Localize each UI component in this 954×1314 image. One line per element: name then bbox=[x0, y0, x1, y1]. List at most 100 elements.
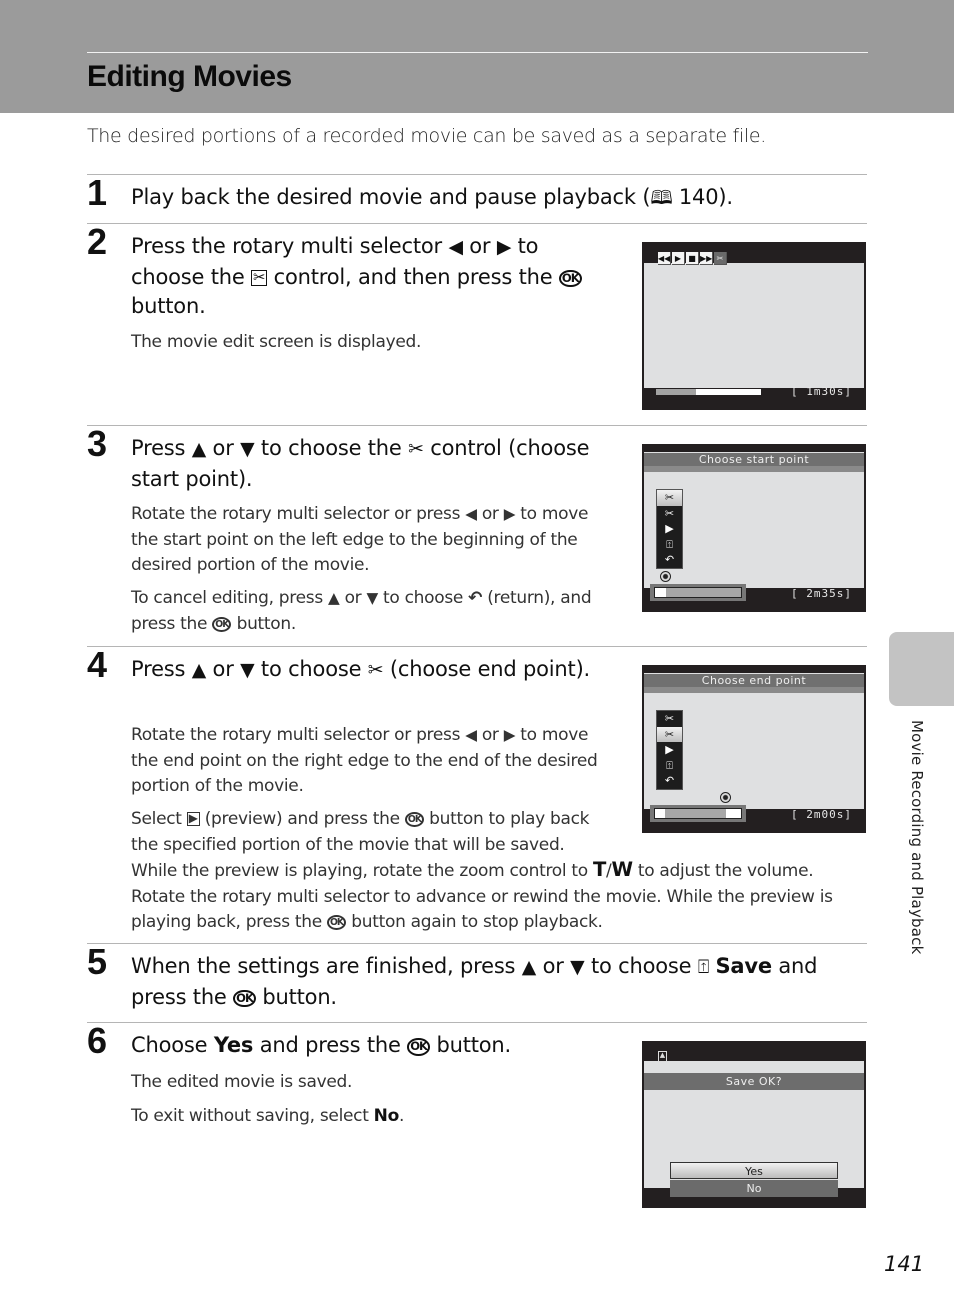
text: or bbox=[476, 504, 504, 524]
menu-choose-start-icon: ✂ bbox=[657, 490, 682, 506]
range-selection bbox=[655, 588, 667, 597]
rotary-selector-icon bbox=[660, 571, 671, 582]
range-track bbox=[654, 587, 742, 598]
menu-preview-icon: ▶ bbox=[665, 743, 674, 756]
text: or bbox=[339, 588, 367, 608]
menu-choose-end-icon: ✂ bbox=[657, 726, 682, 742]
up-arrow-icon: ▲ bbox=[191, 659, 207, 681]
up-arrow-icon: ▲ bbox=[328, 589, 340, 607]
divider bbox=[87, 174, 867, 175]
lcd-area bbox=[644, 263, 864, 388]
text: button again to stop playback. bbox=[346, 912, 603, 932]
advance-icon: ▶▶ bbox=[700, 252, 713, 265]
text: Press the rotary multi selector bbox=[131, 234, 449, 258]
text: button. bbox=[131, 294, 206, 318]
step-5-number: 5 bbox=[87, 941, 108, 982]
play-icon: ▶ bbox=[672, 252, 685, 265]
save-icon: ⍐ bbox=[697, 956, 709, 978]
text: When the settings are finished, press bbox=[131, 954, 522, 978]
divider bbox=[87, 1022, 867, 1023]
down-arrow-icon: ▼ bbox=[240, 438, 255, 460]
text: Rotate the rotary multi selector or pres… bbox=[131, 725, 466, 745]
page-number: 141 bbox=[884, 1252, 925, 1276]
save-icon: ▲ bbox=[658, 1051, 667, 1062]
text: (preview) and press the bbox=[199, 809, 405, 829]
text: Select bbox=[131, 809, 187, 829]
time-counter: [ 2m00s] bbox=[791, 808, 852, 821]
right-arrow-icon: ▶ bbox=[496, 236, 512, 258]
rotary-selector-icon bbox=[720, 792, 731, 803]
title-strip bbox=[644, 466, 864, 472]
left-arrow-icon: ◀ bbox=[465, 505, 477, 523]
save-label: Save bbox=[715, 954, 772, 978]
ok-button-icon: OK bbox=[407, 1038, 430, 1056]
step-3-body-2: To cancel editing, press ▲ or ▼ to choos… bbox=[131, 586, 616, 637]
step-2-heading: Press the rotary multi selector ◀ or ▶ t… bbox=[131, 232, 611, 322]
text: button. bbox=[255, 984, 337, 1009]
text: or bbox=[206, 436, 241, 460]
no-option[interactable]: No bbox=[670, 1180, 838, 1197]
text: to choose bbox=[377, 588, 469, 608]
range-bar bbox=[650, 584, 746, 601]
time-counter: [ 2m35s] bbox=[791, 587, 852, 600]
step-4-heading: Press ▲ or ▼ to choose ✂ (choose end poi… bbox=[131, 655, 611, 686]
menu-save-icon: ⍐ bbox=[666, 537, 673, 551]
title-strip bbox=[644, 687, 864, 693]
save-dialog-screen: ▲ Save OK? Yes No bbox=[642, 1041, 866, 1208]
step-4-number: 4 bbox=[87, 644, 108, 685]
playback-progress-bar bbox=[656, 389, 761, 395]
down-arrow-icon: ▼ bbox=[240, 659, 255, 681]
section-label: Movie Recording and Playback bbox=[908, 720, 926, 955]
menu-save-icon: ⍐ bbox=[666, 758, 673, 772]
dialog-title: Save OK? bbox=[644, 1073, 864, 1090]
yes-label: Yes bbox=[213, 1033, 254, 1057]
yes-option[interactable]: Yes bbox=[670, 1162, 838, 1179]
text: Press bbox=[131, 436, 192, 460]
step-6-body-2: To exit without saving, select No. bbox=[131, 1104, 404, 1130]
divider bbox=[87, 425, 867, 426]
text: button. bbox=[429, 1033, 512, 1057]
text: to choose bbox=[584, 954, 698, 978]
step-1-number: 1 bbox=[87, 172, 108, 213]
text: and press the bbox=[253, 1033, 408, 1057]
tele-label: T bbox=[593, 858, 607, 881]
edit-menu: ✂ ✂ ▶ ⍐ ↶ bbox=[656, 710, 683, 790]
text: or bbox=[536, 954, 571, 978]
screen-title: Choose start point bbox=[644, 453, 864, 467]
ok-button-icon: OK bbox=[212, 616, 232, 632]
stop-icon: ■ bbox=[686, 252, 699, 265]
step-6-number: 6 bbox=[87, 1020, 108, 1061]
menu-choose-start-icon: ✂ bbox=[664, 712, 675, 725]
text: Press bbox=[131, 657, 192, 681]
text: or bbox=[476, 725, 504, 745]
menu-return-icon: ↶ bbox=[664, 774, 675, 787]
text: or bbox=[462, 234, 497, 258]
step-6-body-1: The edited movie is saved. bbox=[131, 1072, 353, 1092]
text: Rotate the rotary multi selector or pres… bbox=[131, 504, 466, 524]
text: (choose end point). bbox=[383, 657, 591, 681]
text: to choose the bbox=[254, 436, 409, 460]
step-5-heading: When the settings are finished, press ▲ … bbox=[131, 952, 866, 1012]
step-3-heading: Press ▲ or ▼ to choose the ✂ control (ch… bbox=[131, 434, 611, 494]
book-reference-icon: 🕮 bbox=[650, 187, 673, 209]
step-2-number: 2 bbox=[87, 221, 108, 262]
wide-label: W bbox=[611, 858, 633, 881]
step-3-body-1: Rotate the rotary multi selector or pres… bbox=[131, 502, 616, 579]
range-bar bbox=[650, 805, 746, 822]
text: . bbox=[398, 1106, 405, 1126]
down-arrow-icon: ▼ bbox=[570, 956, 585, 978]
choose-end-point-icon: ✂ bbox=[367, 659, 384, 681]
section-tab bbox=[889, 632, 954, 706]
right-arrow-icon: ▶ bbox=[503, 505, 516, 523]
menu-choose-end-icon: ✂ bbox=[664, 506, 675, 520]
ok-button-icon: OK bbox=[404, 812, 425, 828]
text: Play back the desired movie and pause pl… bbox=[131, 185, 651, 209]
playback-progress-remaining bbox=[695, 389, 761, 395]
intro-text: The desired portions of a recorded movie… bbox=[87, 125, 767, 147]
text: To cancel editing, press bbox=[131, 588, 328, 608]
range-track bbox=[654, 808, 742, 819]
playback-controls: ◀◀ ▶ ■ ▶▶ ✂ bbox=[658, 252, 727, 265]
divider bbox=[87, 646, 867, 647]
text: To exit without saving, select bbox=[131, 1106, 374, 1126]
text: 140). bbox=[672, 185, 733, 209]
